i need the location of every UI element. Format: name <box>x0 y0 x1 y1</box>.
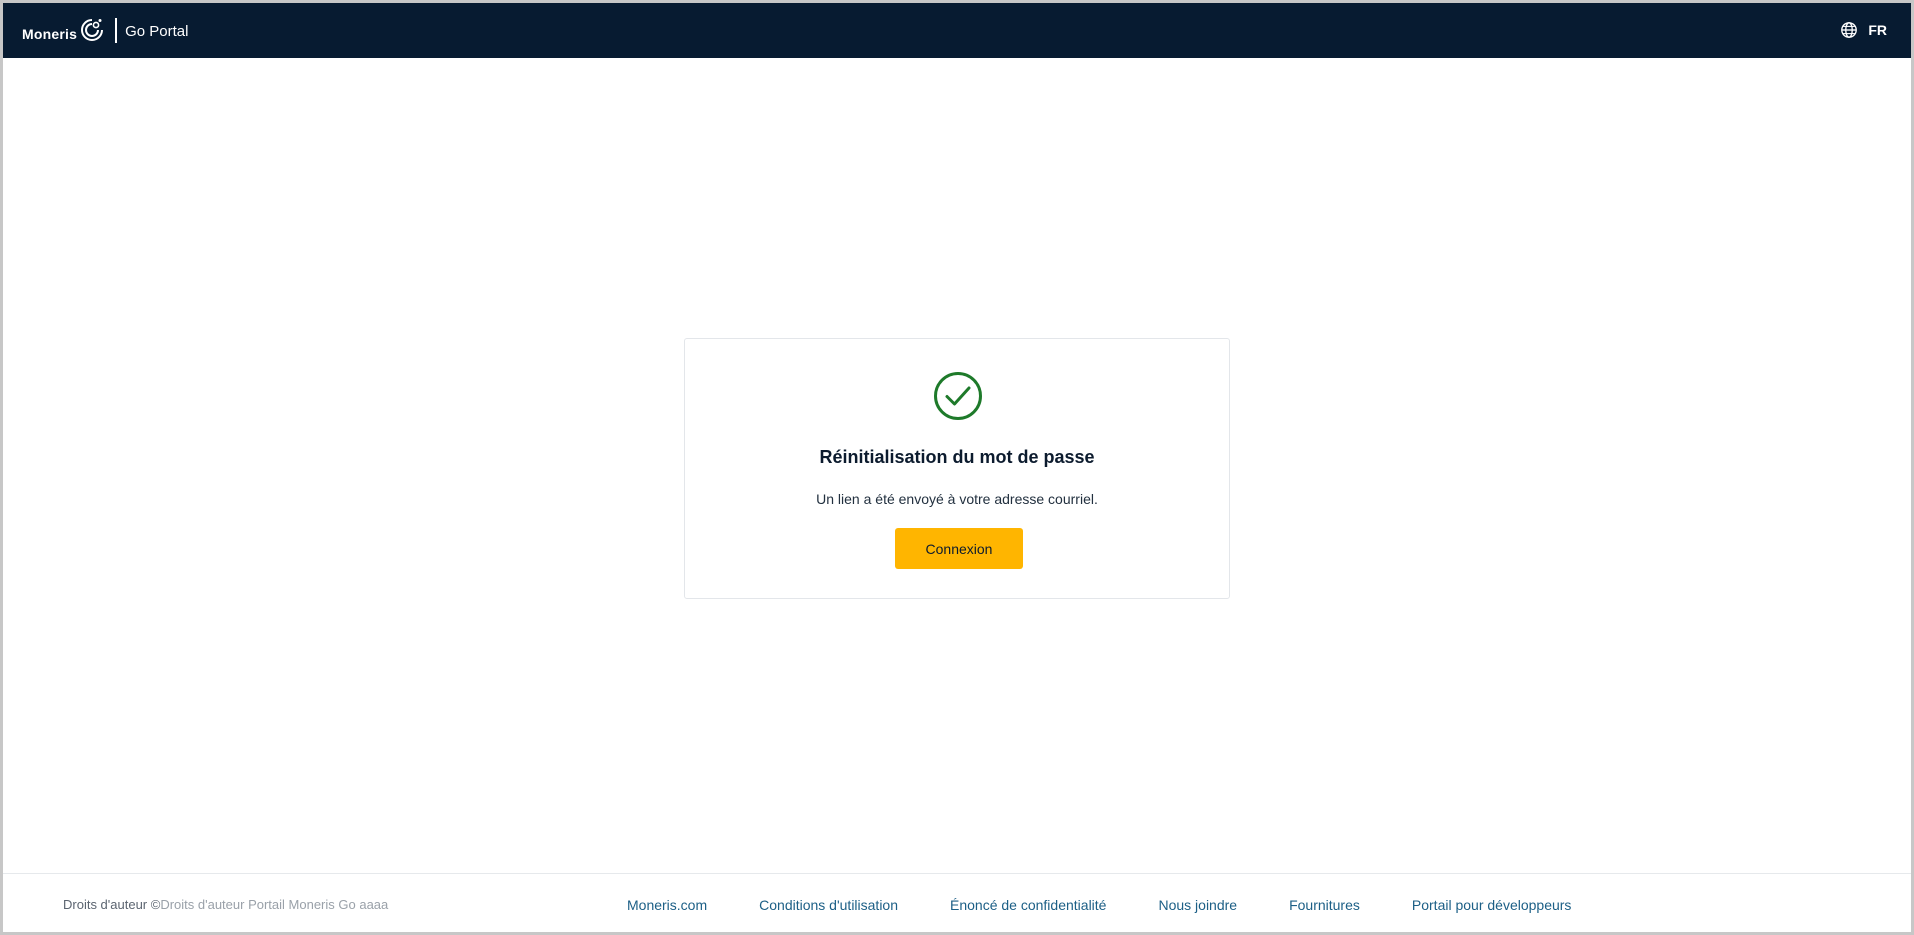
moneris-swirl-icon <box>81 19 104 41</box>
footer-link-supplies[interactable]: Fournitures <box>1289 897 1360 913</box>
footer-link-terms[interactable]: Conditions d'utilisation <box>759 897 898 913</box>
logo-wordmark: Moneris <box>22 26 78 42</box>
portal-name: Go Portal <box>125 22 189 40</box>
card-message: Un lien a été envoyé à votre adresse cou… <box>816 491 1098 507</box>
top-header: Moneris Go Portal FR <box>3 3 1911 58</box>
login-button[interactable]: Connexion <box>895 528 1023 569</box>
language-label: FR <box>1868 22 1887 38</box>
copyright-suffix: Droits d'auteur Portail Moneris Go aaaa <box>160 897 389 912</box>
check-circle-icon <box>934 372 982 420</box>
footer-links: Moneris.com Conditions d'utilisation Éno… <box>627 897 1571 913</box>
copyright-prefix: Droits d'auteur © <box>63 897 161 912</box>
password-reset-card: Réinitialisation du mot de passe Un lien… <box>684 338 1230 599</box>
moneris-logo[interactable]: Moneris Go Portal <box>22 17 188 43</box>
browser-viewport: Moneris Go Portal FR Réinitialisation du… <box>0 0 1914 935</box>
logo-divider <box>115 17 118 43</box>
footer-link-contact[interactable]: Nous joindre <box>1158 897 1237 913</box>
footer-link-privacy[interactable]: Énoncé de confidentialité <box>950 897 1106 913</box>
globe-icon <box>1841 22 1858 38</box>
footer-link-developer-portal[interactable]: Portail pour développeurs <box>1412 897 1572 913</box>
copyright-text: Droits d'auteur ©Droits d'auteur Portail… <box>63 897 388 912</box>
footer: Droits d'auteur ©Droits d'auteur Portail… <box>3 873 1911 932</box>
footer-link-moneris-com[interactable]: Moneris.com <box>627 897 707 913</box>
card-title: Réinitialisation du mot de passe <box>819 447 1095 467</box>
language-switcher[interactable]: FR <box>1840 21 1887 39</box>
